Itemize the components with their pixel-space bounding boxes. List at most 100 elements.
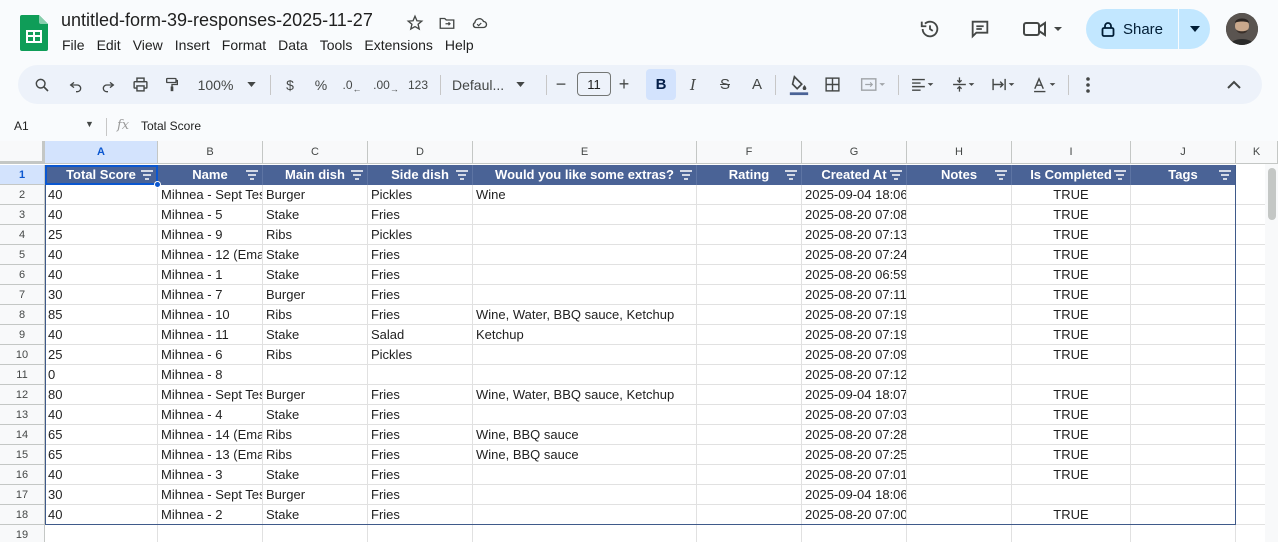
row-header-1[interactable]: 1 [0,165,45,185]
table-cell[interactable]: Fries [368,425,473,445]
table-cell[interactable]: Stake [263,205,368,225]
spreadsheet-grid[interactable]: A B C D E F G H I J K 1 2 3 4 5 6 7 8 9 10 11 12 13 14 15 16 17 18 19… [0,141,1278,542]
table-header-cell[interactable]: Would you like some extras? [473,165,697,185]
scrollbar-thumb[interactable] [1268,168,1276,220]
share-dropdown-icon[interactable] [1179,9,1210,49]
table-cell[interactable]: 2025-08-20 07:12:14 [802,365,907,385]
row-header-2[interactable]: 2 [0,185,45,205]
table-cell[interactable]: Mihnea - 14 (Email) [158,425,263,445]
table-cell[interactable] [907,205,1012,225]
table-cell[interactable] [697,365,802,385]
table-cell[interactable] [697,425,802,445]
row-header-13[interactable]: 13 [0,405,45,425]
merge-cells-icon[interactable] [854,65,892,104]
table-cell[interactable] [1131,445,1236,465]
table-cell[interactable]: 2025-08-20 07:19:20 [802,305,907,325]
table-cell[interactable]: Fries [368,445,473,465]
table-cell[interactable]: 85 [45,305,158,325]
table-cell[interactable] [158,525,263,542]
strikethrough-button[interactable]: S [715,65,735,104]
table-cell[interactable] [907,465,1012,485]
share-button[interactable]: Share [1086,9,1210,49]
table-cell[interactable] [473,265,697,285]
table-cell[interactable]: 2025-08-20 07:24:25 [802,245,907,265]
select-all-corner[interactable] [0,141,45,164]
table-cell[interactable]: Wine, Water, BBQ sauce, Ketchup [473,385,697,405]
table-cell[interactable] [697,385,802,405]
table-cell[interactable]: 30 [45,285,158,305]
row-header-5[interactable]: 5 [0,245,45,265]
column-header-f[interactable]: F [697,141,802,164]
table-cell[interactable] [907,325,1012,345]
table-cell[interactable]: 40 [45,465,158,485]
column-header-g[interactable]: G [802,141,907,164]
column-header-e[interactable]: E [473,141,697,164]
table-cell[interactable] [1131,405,1236,425]
table-cell[interactable]: 2025-08-20 07:11:54 [802,285,907,305]
row-header-15[interactable]: 15 [0,445,45,465]
table-cell[interactable]: Mihnea - 7 [158,285,263,305]
table-cell[interactable]: Ribs [263,225,368,245]
table-cell[interactable]: TRUE [1012,425,1131,445]
table-cell[interactable] [263,525,368,542]
redo-icon[interactable] [96,65,120,104]
table-cell[interactable]: 65 [45,425,158,445]
table-cell[interactable]: 2025-09-04 18:06:09 [802,185,907,205]
italic-button[interactable]: I [682,65,704,104]
table-cell[interactable]: Ribs [263,425,368,445]
table-cell[interactable] [697,305,802,325]
font-size-input[interactable]: 11 [577,72,611,96]
search-menus-icon[interactable] [30,65,54,104]
table-cell[interactable]: 2025-08-20 07:13:58 [802,225,907,245]
table-cell[interactable]: Stake [263,265,368,285]
table-cell[interactable] [473,405,697,425]
menu-tools[interactable]: Tools [314,36,359,54]
table-cell[interactable] [697,245,802,265]
table-cell[interactable] [697,225,802,245]
table-cell[interactable]: 2025-08-20 07:01:57 [802,465,907,485]
table-cell[interactable] [1131,465,1236,485]
table-cell[interactable] [907,445,1012,465]
menu-format[interactable]: Format [216,36,272,54]
table-cell[interactable]: TRUE [1012,325,1131,345]
table-cell[interactable]: Fries [368,305,473,325]
vertical-align-icon[interactable] [945,65,981,104]
font-size-decrease-icon[interactable]: − [553,65,569,104]
column-header-c[interactable]: C [263,141,368,164]
table-cell[interactable] [907,185,1012,205]
table-cell[interactable]: Wine, Water, BBQ sauce, Ketchup [473,305,697,325]
decrease-decimal-button[interactable]: .0 ← [340,65,364,104]
table-cell[interactable] [368,525,473,542]
collapse-menus-icon[interactable] [1222,65,1246,104]
table-cell[interactable] [1131,385,1236,405]
table-cell[interactable] [907,405,1012,425]
row-header-19[interactable]: 19 [0,525,45,542]
table-cell[interactable]: Mihnea - 13 (Email) [158,445,263,465]
borders-icon[interactable] [820,65,844,104]
table-cell[interactable]: 2025-08-20 07:25:20 [802,445,907,465]
table-cell[interactable]: Stake [263,405,368,425]
table-cell[interactable] [907,265,1012,285]
row-header-12[interactable]: 12 [0,385,45,405]
table-cell[interactable]: Wine, BBQ sauce [473,425,697,445]
vertical-scrollbar[interactable] [1265,164,1278,542]
number-format-button[interactable]: 123 [406,65,430,104]
table-cell[interactable] [1131,265,1236,285]
table-cell[interactable]: Fries [368,465,473,485]
table-cell[interactable] [907,285,1012,305]
table-cell[interactable] [473,285,697,305]
format-currency-button[interactable]: $ [280,65,300,104]
table-header-cell[interactable]: Created At [802,165,907,185]
table-cell[interactable] [1012,365,1131,385]
horizontal-align-icon[interactable] [904,65,940,104]
table-cell[interactable]: Pickles [368,225,473,245]
table-cell[interactable] [473,365,697,385]
table-cell[interactable]: Mihnea - 9 [158,225,263,245]
table-cell[interactable]: Stake [263,505,368,525]
row-header-11[interactable]: 11 [0,365,45,385]
table-cell[interactable] [1131,185,1236,205]
star-icon[interactable] [404,13,426,33]
sheets-logo-icon[interactable] [20,15,48,51]
table-cell[interactable]: Burger [263,285,368,305]
table-cell[interactable]: Ribs [263,305,368,325]
